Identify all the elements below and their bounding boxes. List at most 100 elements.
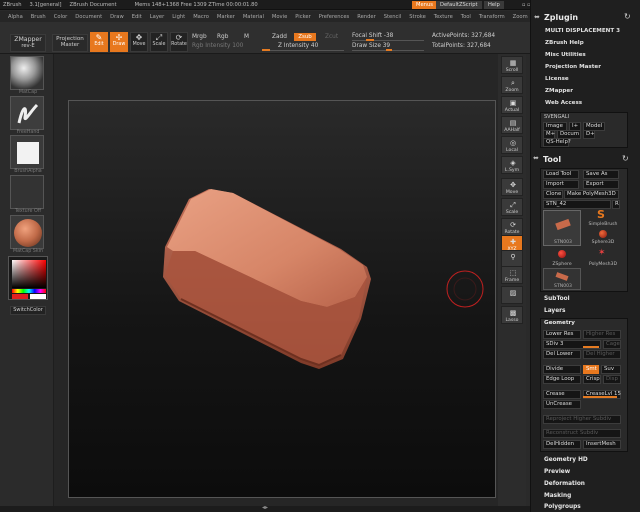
menu-picker[interactable]: Picker <box>295 14 310 20</box>
rgb-intensity-slider[interactable]: Rgb Intensity 100 <box>192 43 243 49</box>
menu-brush[interactable]: Brush <box>31 14 46 20</box>
color-gradient-square[interactable] <box>12 260 46 288</box>
m-toggle[interactable]: M <box>244 34 249 40</box>
export-button[interactable]: Export <box>583 180 619 189</box>
tray-button-lsym[interactable]: ◈ L.Sym <box>501 156 523 174</box>
zsub-toggle[interactable]: Zsub <box>294 33 316 41</box>
move-button[interactable]: ✥ Move <box>130 32 148 52</box>
geometry-section[interactable]: Geometry <box>544 320 575 326</box>
edge-loop-button[interactable]: Edge Loop <box>543 375 581 384</box>
tray-button-lasso[interactable]: ▩ Lasso <box>501 306 523 324</box>
rgb-toggle[interactable]: Rgb <box>217 34 228 40</box>
mrgb-toggle[interactable]: Mrgb <box>192 34 207 40</box>
license-item[interactable]: License <box>545 76 569 82</box>
menu-render[interactable]: Render <box>357 14 375 20</box>
import-button[interactable]: Import <box>543 180 579 189</box>
material-thumbnail[interactable] <box>10 56 44 90</box>
menu-marker[interactable]: Marker <box>217 14 235 20</box>
insert-mesh-button[interactable]: InsertMesh <box>583 440 621 449</box>
tray-button-aahalf[interactable]: ▤ AAHalf <box>501 116 523 134</box>
menu-alpha[interactable]: Alpha <box>8 14 23 20</box>
geometry-hd-section[interactable]: Geometry HD <box>544 457 588 463</box>
zmapper-item[interactable]: ZMapper <box>545 88 573 94</box>
polygroups-section[interactable]: Polygroups <box>544 504 581 510</box>
smt-toggle[interactable]: Smt <box>583 365 599 374</box>
edit-button[interactable]: ✎ Edit <box>90 32 108 52</box>
menu-edit[interactable]: Edit <box>132 14 142 20</box>
tray-button-scroll[interactable]: ▦ Scroll <box>501 56 523 74</box>
subtool-section[interactable]: SubTool <box>544 296 570 302</box>
menu-document[interactable]: Document <box>75 14 102 20</box>
tray-button-local[interactable]: ◎ Local <box>501 136 523 154</box>
reconstruct-subdiv-button[interactable]: Reconstruct Subdiv <box>543 429 621 438</box>
menus-button[interactable]: Menus <box>412 1 437 9</box>
higher-res-button[interactable]: Higher Res <box>583 330 621 339</box>
deformation-section[interactable]: Deformation <box>544 481 585 487</box>
scroll-icon[interactable]: ⬌ <box>534 13 540 21</box>
preview-section[interactable]: Preview <box>544 469 570 475</box>
zbrush-help-item[interactable]: ZBrush Help <box>545 40 584 46</box>
layers-section[interactable]: Layers <box>544 308 565 314</box>
uncrease-button[interactable]: UnCrease <box>543 400 581 409</box>
zadd-toggle[interactable]: Zadd <box>272 34 287 40</box>
scale-button[interactable]: ⤢ Scale <box>150 32 168 52</box>
tool-thumb-zsphere[interactable]: ZSphere <box>543 248 581 268</box>
tool-move-icon[interactable]: ⬌ <box>533 154 539 162</box>
clone-button[interactable]: Clone <box>543 190 563 199</box>
draw-button[interactable]: ✢ Draw <box>110 32 128 52</box>
default-zscript-button[interactable]: DefaultZScript <box>436 1 482 9</box>
secondary-color-swatch[interactable] <box>30 294 46 299</box>
crisp-button[interactable]: Crisp <box>583 375 601 384</box>
load-tool-button[interactable]: Load Tool <box>543 170 579 179</box>
menu-color[interactable]: Color <box>54 14 68 20</box>
tray-button-rotate[interactable]: ⟳ Rotate <box>501 218 523 236</box>
brush-thumbnail[interactable] <box>10 96 44 130</box>
tray-button-frame[interactable]: ⬚ Frame <box>501 266 523 284</box>
qs-help-button[interactable]: QS-Help? <box>543 138 571 147</box>
menu-light[interactable]: Light <box>172 14 185 20</box>
menu-texture[interactable]: Texture <box>434 14 453 20</box>
brick-model[interactable] <box>69 101 497 499</box>
projection-master-button[interactable]: Projection Master <box>52 34 88 52</box>
tray-button-scale[interactable]: ⤢ Scale <box>501 198 523 216</box>
menu-layer[interactable]: Layer <box>150 14 164 20</box>
tool-thumb-stn003-2[interactable]: STN003 <box>543 268 581 290</box>
skin-material-thumbnail[interactable] <box>10 215 44 249</box>
primary-color-swatch[interactable] <box>12 294 28 299</box>
lower-res-button[interactable]: Lower Res <box>543 330 581 339</box>
zmapper-button[interactable]: ZMapper rev-E <box>10 34 46 52</box>
menu-stencil[interactable]: Stencil <box>384 14 402 20</box>
suv-toggle[interactable]: Suv <box>601 365 621 374</box>
crease-button[interactable]: Crease <box>543 390 581 399</box>
texture-thumbnail[interactable] <box>10 175 44 209</box>
hue-strip[interactable] <box>12 289 46 293</box>
z-intensity-slider[interactable]: Z Intensity 40 <box>278 43 318 49</box>
menu-movie[interactable]: Movie <box>272 14 287 20</box>
menu-tool[interactable]: Tool <box>461 14 471 20</box>
switch-color-button[interactable]: SwitchColor <box>10 306 46 315</box>
divide-button[interactable]: Divide <box>543 365 581 374</box>
document-canvas[interactable] <box>68 100 496 498</box>
make-polymesh-button[interactable]: Make PolyMesh3D <box>564 190 619 199</box>
help-button[interactable]: Help <box>484 1 504 9</box>
cage-button[interactable]: Cage <box>603 340 621 349</box>
zcut-toggle[interactable]: Zcut <box>325 34 338 40</box>
tray-arrows-icon[interactable]: ◂▸ <box>262 504 268 511</box>
tool-thumb-simplebrush[interactable]: S SimpleBrush <box>586 208 620 228</box>
zplugin-header[interactable]: Zplugin <box>544 13 578 22</box>
menu-draw[interactable]: Draw <box>110 14 124 20</box>
document-plus-button[interactable]: D+ <box>583 130 595 139</box>
tray-button-move[interactable]: ✥ Move <box>501 178 523 196</box>
menu-preferences[interactable]: Preferences <box>319 14 350 20</box>
misc-utilities-item[interactable]: Misc Utilities <box>545 52 586 58</box>
save-as-button[interactable]: Save As <box>583 170 619 179</box>
tool-thumb-sphere3d[interactable]: Sphere3D <box>586 228 620 248</box>
web-access-item[interactable]: Web Access <box>545 100 582 106</box>
projection-master-item[interactable]: Projection Master <box>545 64 601 70</box>
tray-button-item12[interactable]: ▨ <box>501 286 523 304</box>
tool-thumb-stn003[interactable]: STN003 <box>543 210 581 246</box>
menu-stroke[interactable]: Stroke <box>409 14 426 20</box>
alpha-thumbnail[interactable] <box>10 135 44 169</box>
color-picker[interactable] <box>8 256 48 300</box>
masking-section[interactable]: Masking <box>544 493 571 499</box>
